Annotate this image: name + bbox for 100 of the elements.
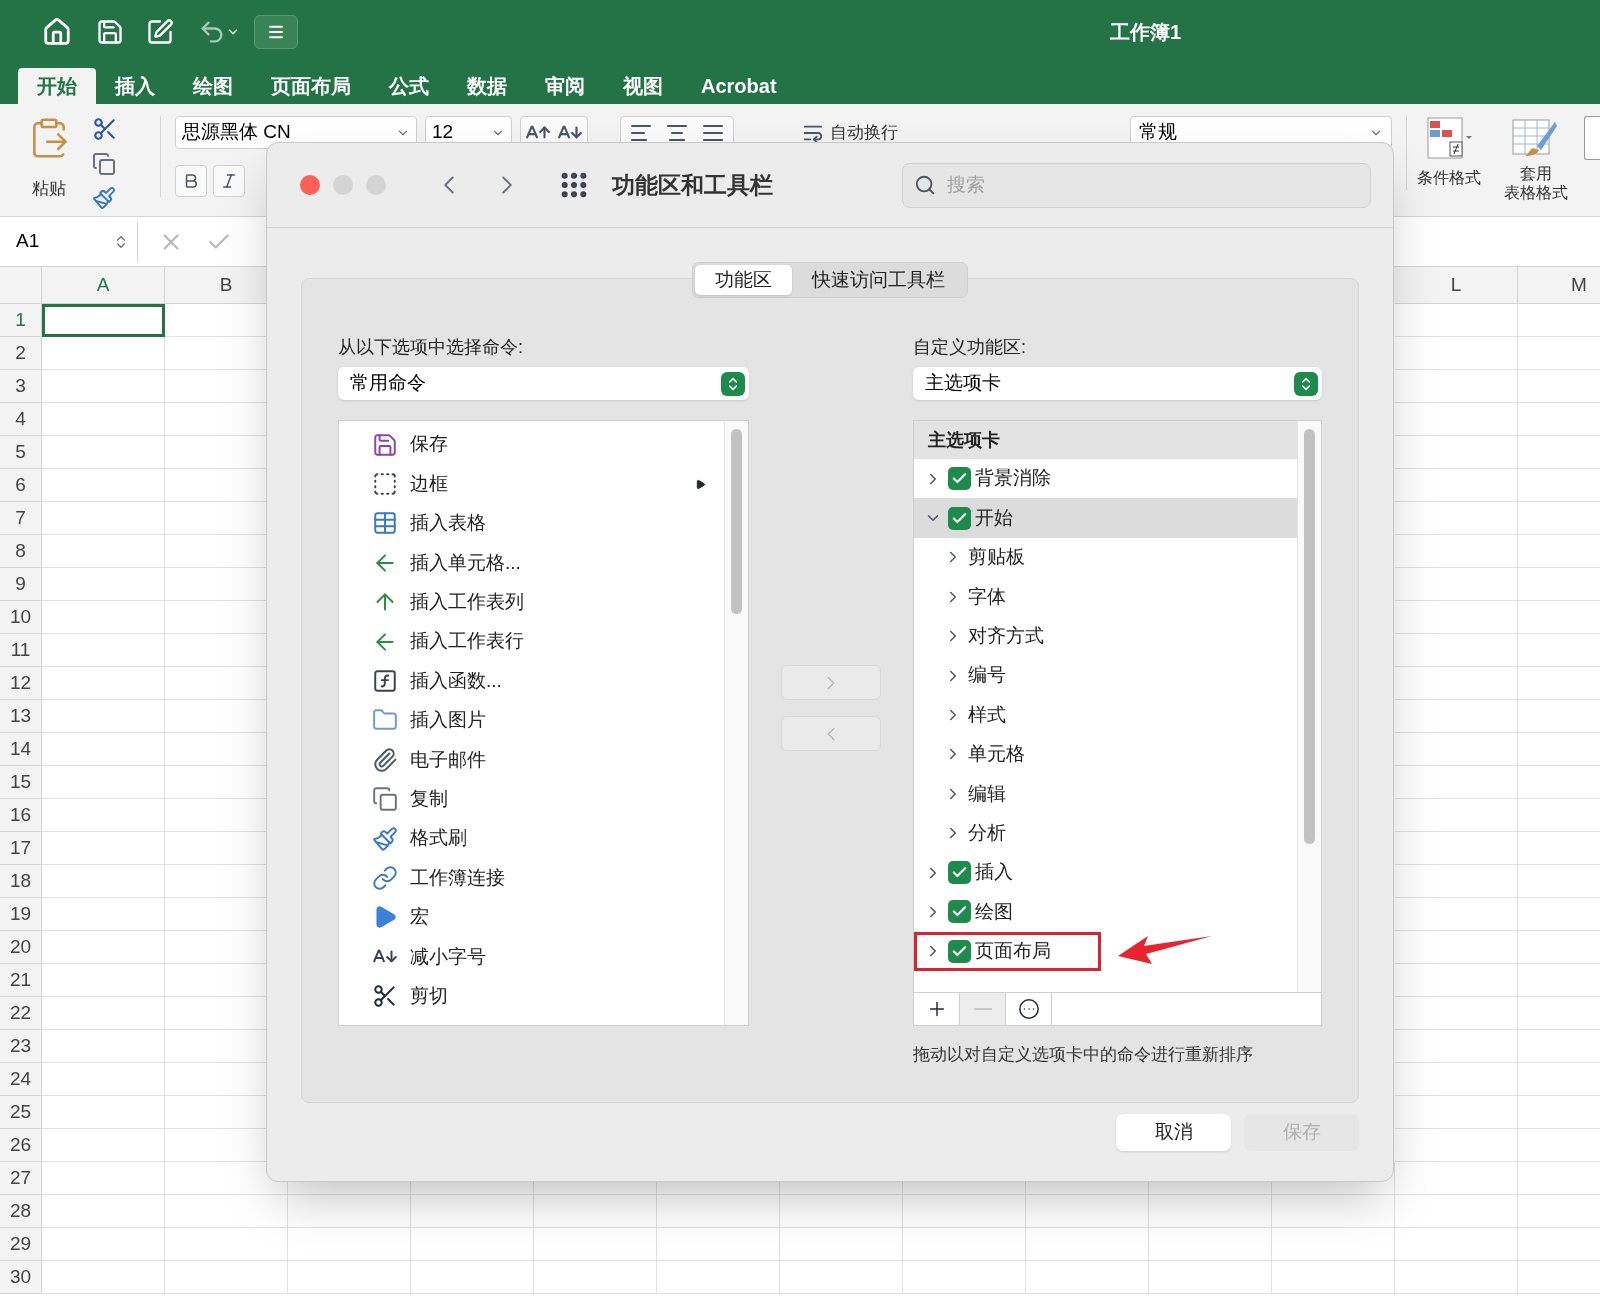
command-item[interactable]: 宏 <box>339 897 724 938</box>
tree-item[interactable]: 编辑 <box>914 774 1297 814</box>
command-item[interactable]: 电子邮件 <box>339 740 724 780</box>
ribbon-tab[interactable]: 页面布局 <box>252 68 370 104</box>
stepper-button[interactable] <box>721 371 745 396</box>
tree-item[interactable]: 编号 <box>914 655 1297 696</box>
name-box[interactable]: A1 <box>0 221 138 262</box>
spreadsheet-cell[interactable] <box>1395 898 1518 931</box>
checkbox[interactable] <box>948 467 971 491</box>
spreadsheet-cell[interactable] <box>1026 1195 1149 1228</box>
ribbon-tab[interactable]: Acrobat <box>682 68 796 104</box>
minimize-window-button[interactable] <box>333 175 353 195</box>
spreadsheet-cell[interactable] <box>657 1261 780 1294</box>
spreadsheet-cell[interactable] <box>1395 1261 1518 1294</box>
spreadsheet-cell[interactable] <box>42 832 165 865</box>
command-item[interactable]: 保存 <box>339 425 724 465</box>
edit-icon[interactable] <box>146 18 174 46</box>
spreadsheet-cell[interactable] <box>1395 1129 1518 1162</box>
spreadsheet-cell[interactable] <box>42 997 165 1030</box>
row-header[interactable]: 16 <box>0 799 42 832</box>
ribbon-tab[interactable]: 开始 <box>18 68 96 104</box>
italic-icon[interactable] <box>213 165 245 197</box>
spreadsheet-cell[interactable] <box>1395 337 1518 370</box>
ribbon-tab[interactable]: 数据 <box>448 68 526 104</box>
customize-button[interactable] <box>254 15 298 49</box>
spreadsheet-cell[interactable] <box>42 1195 165 1228</box>
tree-item[interactable]: 样式 <box>914 695 1297 735</box>
checkbox[interactable] <box>948 939 971 963</box>
ribbon-tab[interactable]: 审阅 <box>526 68 604 104</box>
row-header[interactable]: 4 <box>0 403 42 436</box>
row-header[interactable]: 1 <box>0 304 42 337</box>
command-item[interactable]: 插入图片 <box>339 700 724 741</box>
row-header[interactable]: 9 <box>0 568 42 601</box>
spreadsheet-cell[interactable] <box>165 1228 288 1261</box>
spreadsheet-cell[interactable] <box>42 1063 165 1096</box>
command-item[interactable]: 格式刷 <box>339 818 724 859</box>
tree-item[interactable]: 绘图 <box>914 892 1297 932</box>
dialog-button[interactable]: 取消 <box>1116 1114 1231 1151</box>
ribbon-icon[interactable] <box>1584 116 1600 160</box>
command-item[interactable]: 插入单元格... <box>339 543 724 583</box>
spreadsheet-cell[interactable] <box>903 1261 1026 1294</box>
tree-item[interactable]: 开始 <box>914 498 1297 538</box>
spreadsheet-cell[interactable] <box>1395 502 1518 535</box>
spreadsheet-cell[interactable] <box>42 403 165 436</box>
wrap-text-button[interactable]: 自动换行 <box>802 116 898 149</box>
command-item[interactable]: 复制 <box>339 779 724 819</box>
row-header[interactable]: 2 <box>0 337 42 370</box>
spreadsheet-cell[interactable] <box>42 799 165 832</box>
spreadsheet-cell[interactable] <box>42 667 165 700</box>
spreadsheet-cell[interactable] <box>411 1261 534 1294</box>
spreadsheet-cell[interactable] <box>42 964 165 997</box>
spreadsheet-cell[interactable] <box>42 931 165 964</box>
row-header[interactable]: 14 <box>0 733 42 766</box>
row-header[interactable]: 26 <box>0 1129 42 1162</box>
spreadsheet-cell[interactable] <box>42 1030 165 1063</box>
spreadsheet-cell[interactable] <box>42 469 165 502</box>
spreadsheet-cell[interactable] <box>1395 1030 1518 1063</box>
spreadsheet-cell[interactable] <box>411 1195 534 1228</box>
spreadsheet-cell[interactable] <box>1149 1228 1272 1261</box>
command-item[interactable]: 插入工作表列 <box>339 582 724 622</box>
ribbon-tab[interactable]: 视图 <box>604 68 682 104</box>
row-header[interactable]: 3 <box>0 370 42 403</box>
row-header[interactable]: 19 <box>0 898 42 931</box>
spreadsheet-cell[interactable] <box>1395 1162 1518 1195</box>
spreadsheet-cell[interactable] <box>42 898 165 931</box>
tree-item[interactable]: 剪贴板 <box>914 537 1297 578</box>
spreadsheet-cell[interactable] <box>1395 1228 1518 1261</box>
spreadsheet-cell[interactable] <box>1395 370 1518 403</box>
column-header[interactable]: M <box>1518 267 1600 304</box>
spreadsheet-cell[interactable] <box>1395 733 1518 766</box>
spreadsheet-cell[interactable] <box>165 1195 288 1228</box>
column-header[interactable]: L <box>1395 267 1518 304</box>
tree-item[interactable]: 单元格 <box>914 734 1297 775</box>
scrollbar-thumb[interactable] <box>1304 429 1315 844</box>
command-item[interactable]: 工作簿连接 <box>339 858 724 898</box>
row-header[interactable]: 22 <box>0 997 42 1030</box>
paste-label[interactable]: 粘贴 <box>32 176 66 202</box>
tree-item[interactable]: 插入 <box>914 852 1297 893</box>
checkbox[interactable] <box>948 506 971 530</box>
spreadsheet-cell[interactable] <box>657 1195 780 1228</box>
command-dropdown[interactable]: 常用命令 <box>338 367 749 400</box>
row-header[interactable]: 24 <box>0 1063 42 1096</box>
spreadsheet-cell[interactable] <box>780 1261 903 1294</box>
row-header[interactable]: 18 <box>0 865 42 898</box>
bold-icon[interactable] <box>175 165 207 197</box>
command-item[interactable]: 边框 <box>339 464 724 504</box>
paintbrush-icon[interactable] <box>92 186 116 210</box>
command-item[interactable]: 减小字号 <box>339 937 724 977</box>
active-cell[interactable] <box>42 304 165 337</box>
search-field[interactable]: 搜索 <box>902 162 1371 208</box>
ribbon-tab[interactable]: 插入 <box>96 68 174 104</box>
spreadsheet-cell[interactable] <box>1395 1096 1518 1129</box>
tree-item[interactable]: 分析 <box>914 813 1297 853</box>
spreadsheet-cell[interactable] <box>42 568 165 601</box>
spreadsheet-cell[interactable] <box>42 1162 165 1195</box>
save-icon[interactable] <box>96 18 124 46</box>
tree-item[interactable]: 字体 <box>914 577 1297 617</box>
zoom-window-button[interactable] <box>366 175 386 195</box>
spreadsheet-cell[interactable] <box>411 1228 534 1261</box>
ribbon-tab[interactable]: 绘图 <box>174 68 252 104</box>
